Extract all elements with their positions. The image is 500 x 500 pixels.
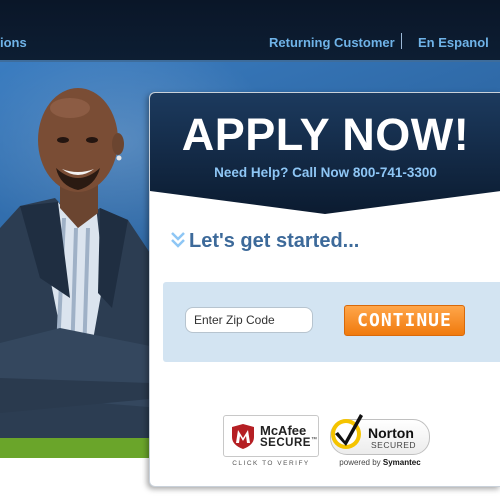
- lets-get-started-text: Let's get started...: [189, 230, 360, 252]
- norton-checkmark-icon: [331, 414, 363, 449]
- help-phone-text: Need Help? Call Now 800-741-3300: [214, 165, 437, 180]
- mcafee-click-to-verify[interactable]: CLICK TO VERIFY: [223, 460, 319, 467]
- mcafee-secure-badge[interactable]: McAfee SECURE™: [223, 415, 319, 457]
- mcafee-secure-text: SECURE™: [260, 437, 318, 449]
- top-navigation-bar: ions Returning Customer En Espanol: [0, 0, 500, 62]
- norton-secured-text: SECURED: [371, 440, 417, 450]
- norton-secured-badge[interactable]: Norton SECURED: [330, 414, 430, 455]
- norton-powered-by: powered by Symantec: [339, 458, 421, 467]
- nav-link-returning-customer[interactable]: Returning Customer: [269, 35, 395, 50]
- mcafee-name-text: McAfee: [260, 423, 307, 438]
- apply-now-title: APPLY NOW!: [181, 109, 470, 160]
- nav-divider: [401, 33, 402, 49]
- nav-link-partial[interactable]: ions: [0, 35, 27, 50]
- security-badges: McAfee SECURE™ CLICK TO VERIFY Norton SE…: [150, 413, 500, 473]
- double-chevron-down-icon: [171, 232, 185, 248]
- mcafee-shield-icon: [232, 424, 254, 449]
- apply-panel: APPLY NOW! Need Help? Call Now 800-741-3…: [149, 92, 500, 487]
- zip-code-input[interactable]: [185, 307, 313, 333]
- continue-button[interactable]: CONTINUE: [344, 305, 465, 336]
- spokesman-image: [0, 88, 160, 438]
- nav-link-en-espanol[interactable]: En Espanol: [418, 35, 489, 50]
- norton-name-text: Norton: [368, 425, 414, 441]
- lets-get-started-heading: Let's get started...: [170, 230, 359, 253]
- zip-code-form: CONTINUE: [163, 282, 500, 362]
